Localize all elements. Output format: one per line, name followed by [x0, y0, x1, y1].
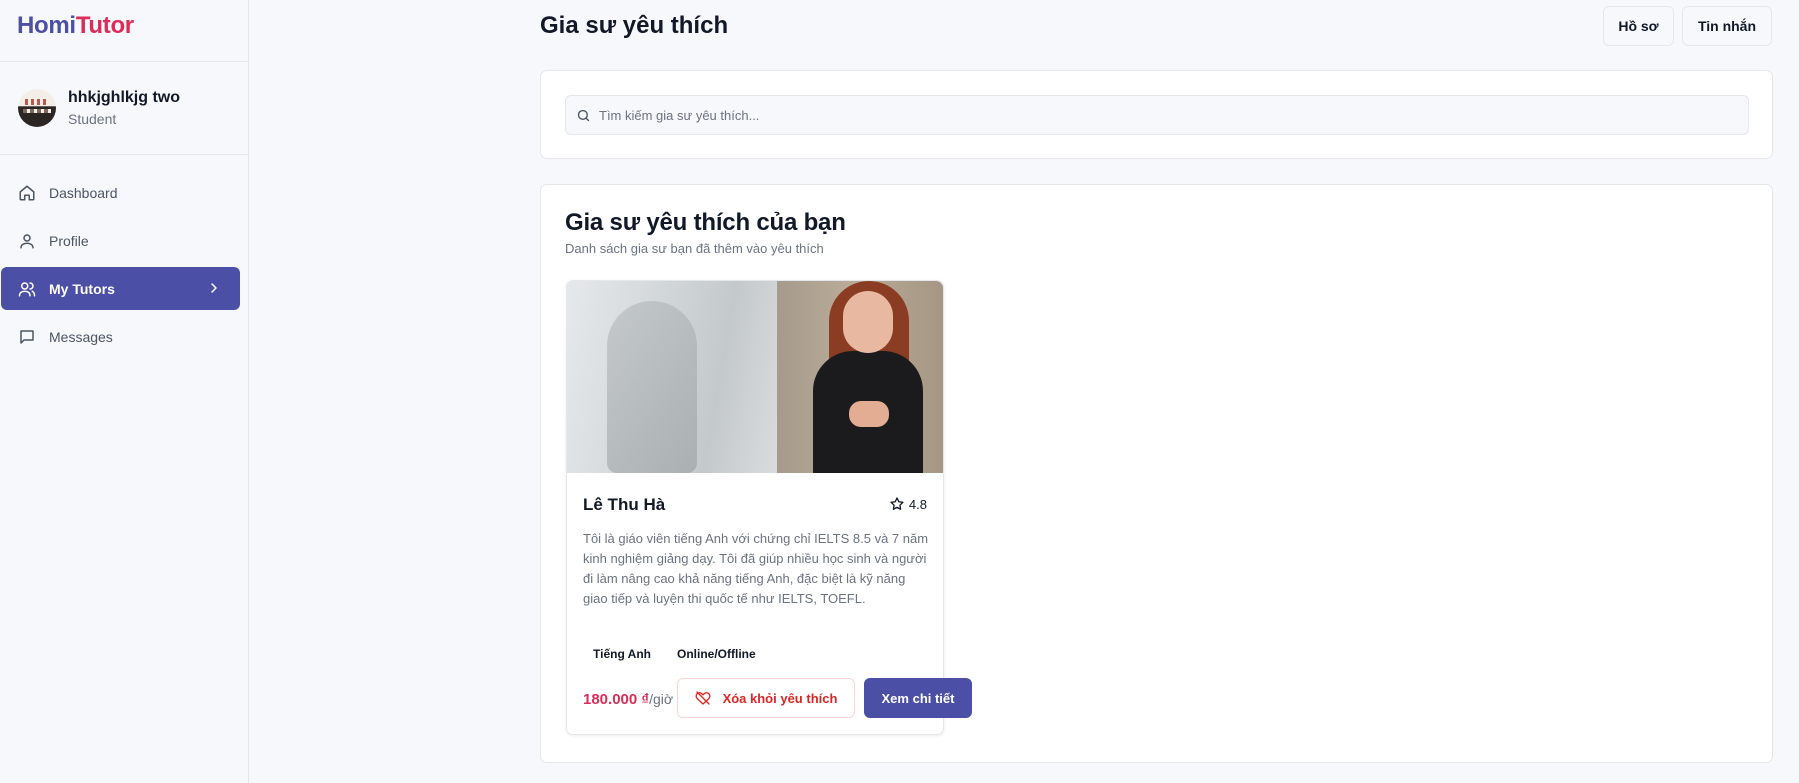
- view-detail-button[interactable]: Xem chi tiết: [864, 678, 972, 718]
- rating-value: 4.8: [908, 496, 927, 512]
- remove-favorite-button[interactable]: Xóa khỏi yêu thích: [677, 678, 855, 718]
- search-input[interactable]: [599, 107, 1699, 123]
- tag-mode: Online/Offline: [677, 647, 756, 661]
- remove-favorite-label: Xóa khỏi yêu thích: [722, 690, 838, 706]
- home-icon: [18, 184, 36, 202]
- sidebar-item-label: Profile: [49, 232, 89, 249]
- tutor-price: 180.000 ₫/giờ: [583, 691, 673, 708]
- sidebar-item-label: Dashboard: [49, 184, 118, 201]
- sidebar-item-label: My Tutors: [49, 280, 115, 297]
- tag-subject: Tiếng Anh: [593, 647, 651, 661]
- search-card: [540, 70, 1773, 159]
- chevron-right-icon: [206, 280, 222, 296]
- sidebar-item-label: Messages: [49, 328, 113, 345]
- logo-part-homi: Homi: [17, 12, 76, 39]
- favorites-card: Gia sư yêu thích của bạn Danh sách gia s…: [540, 184, 1773, 763]
- sidebar-nav: Dashboard Profile My Tutors Messages: [0, 155, 248, 358]
- tutor-photo: [567, 281, 943, 473]
- favorites-title: Gia sư yêu thích của bạn: [565, 209, 846, 236]
- favorites-subtitle: Danh sách gia sư bạn đã thêm vào yêu thí…: [565, 241, 824, 256]
- tutor-card: Lê Thu Hà 4.8 Tôi là giáo viên tiếng Anh…: [566, 280, 972, 735]
- tutor-tags: Tiếng Anh Online/Offline: [583, 644, 772, 664]
- users-icon: [18, 280, 36, 298]
- message-icon: [18, 328, 36, 346]
- user-name: hhkjghlkjg two: [68, 89, 180, 106]
- user-block: hhkjghlkjg two Student: [0, 62, 248, 155]
- avatar: [18, 89, 56, 127]
- user-icon: [18, 232, 36, 250]
- user-role: Student: [68, 111, 117, 127]
- sidebar: HomiTutor hhkjghlkjg two Student Dashboa…: [0, 0, 249, 783]
- profile-button[interactable]: Hồ sơ: [1603, 6, 1674, 46]
- sidebar-item-dashboard[interactable]: Dashboard: [1, 171, 240, 214]
- user-info: hhkjghlkjg two Student: [68, 89, 180, 127]
- search-box[interactable]: [565, 95, 1749, 135]
- messages-button[interactable]: Tin nhắn: [1682, 6, 1772, 46]
- tutor-bio: Tôi là giáo viên tiếng Anh với chứng chỉ…: [583, 531, 929, 606]
- tutor-rating: 4.8: [889, 496, 927, 512]
- sidebar-item-my-tutors[interactable]: My Tutors: [1, 267, 240, 310]
- sidebar-item-profile[interactable]: Profile: [1, 219, 240, 262]
- search-icon: [576, 108, 591, 123]
- tutor-name: Lê Thu Hà: [583, 495, 666, 514]
- star-icon: [889, 496, 905, 512]
- price-value: 180.000 ₫: [583, 691, 650, 708]
- page-title: Gia sư yêu thích: [540, 12, 729, 39]
- logo-part-tutor: Tutor: [75, 12, 134, 39]
- sidebar-item-messages[interactable]: Messages: [1, 315, 240, 358]
- heart-off-icon: [695, 690, 711, 706]
- price-unit: /giờ: [649, 691, 674, 707]
- logo[interactable]: HomiTutor: [0, 0, 248, 62]
